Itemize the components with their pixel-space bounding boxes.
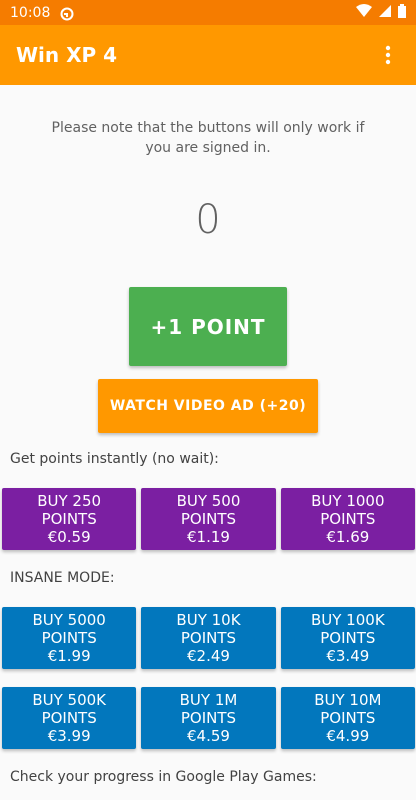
status-bar: 10:08 xyxy=(0,0,416,25)
buy-label: BUY 500K xyxy=(32,691,106,709)
signal-icon xyxy=(378,3,392,22)
points-label: POINTS xyxy=(320,510,376,528)
price-label: €0.59 xyxy=(47,528,91,546)
app-bar: Win XP 4 xyxy=(0,25,416,85)
buy-1000-points-button[interactable]: BUY 1000 POINTS €1.69 xyxy=(280,488,415,550)
points-label: POINTS xyxy=(41,510,97,528)
watch-video-ad-button[interactable]: WATCH VIDEO AD (+20) xyxy=(98,379,318,433)
insane-row-1: BUY 5000 POINTS €1.99 BUY 10K POINTS €2.… xyxy=(2,607,415,669)
buy-label: BUY 1000 xyxy=(311,492,385,510)
instant-options-row: BUY 250 POINTS €0.59 BUY 500 POINTS €1.1… xyxy=(2,488,415,550)
progress-label: Check your progress in Google Play Games… xyxy=(10,769,317,785)
main-content: Please note that the buttons will only w… xyxy=(0,85,416,800)
plus-one-point-button[interactable]: +1 POINT xyxy=(129,287,287,366)
buy-1m-points-button[interactable]: BUY 1M POINTS €4.59 xyxy=(141,687,276,749)
points-label: POINTS xyxy=(180,510,237,528)
insane-mode-label: INSANE MODE: xyxy=(10,570,115,586)
points-label: POINTS xyxy=(41,629,97,647)
buy-100k-points-button[interactable]: BUY 100K POINTS €3.49 xyxy=(280,607,415,669)
wifi-icon xyxy=(356,3,372,22)
price-label: €3.49 xyxy=(326,647,370,665)
sign-in-note: Please note that the buttons will only w… xyxy=(51,120,365,156)
price-label: €4.99 xyxy=(326,727,370,745)
price-label: €1.99 xyxy=(47,647,91,665)
price-label: €3.99 xyxy=(47,727,91,745)
points-counter: 0 xyxy=(195,197,221,243)
battery-icon xyxy=(398,3,406,22)
points-label: POINTS xyxy=(180,629,237,647)
app-title: Win XP 4 xyxy=(16,43,118,67)
price-label: €1.19 xyxy=(187,528,230,546)
buy-label: BUY 10M xyxy=(314,691,382,709)
points-label: POINTS xyxy=(41,709,97,727)
buy-500k-points-button[interactable]: BUY 500K POINTS €3.99 xyxy=(2,687,137,749)
buy-label: BUY 5000 xyxy=(32,611,106,629)
buy-label: BUY 10K xyxy=(176,611,241,629)
status-time: 10:08 xyxy=(10,4,51,21)
price-label: €1.69 xyxy=(326,528,370,546)
app-notification-icon xyxy=(60,6,74,20)
points-label: POINTS xyxy=(320,629,376,647)
buy-500-points-button[interactable]: BUY 500 POINTS €1.19 xyxy=(141,488,276,550)
overflow-menu-icon[interactable] xyxy=(376,43,400,67)
points-label: POINTS xyxy=(180,709,237,727)
buy-label: BUY 500 xyxy=(176,492,241,510)
buy-5000-points-button[interactable]: BUY 5000 POINTS €1.99 xyxy=(2,607,137,669)
insane-row-2: BUY 500K POINTS €3.99 BUY 1M POINTS €4.5… xyxy=(2,687,415,749)
buy-label: BUY 100K xyxy=(310,611,385,629)
instant-label: Get points instantly (no wait): xyxy=(10,451,219,467)
buy-10k-points-button[interactable]: BUY 10K POINTS €2.49 xyxy=(141,607,276,669)
price-label: €2.49 xyxy=(187,647,230,665)
buy-250-points-button[interactable]: BUY 250 POINTS €0.59 xyxy=(2,488,137,550)
buy-label: BUY 1M xyxy=(179,691,238,709)
buy-label: BUY 250 xyxy=(37,492,102,510)
points-label: POINTS xyxy=(320,709,376,727)
price-label: €4.59 xyxy=(187,727,230,745)
buy-10m-points-button[interactable]: BUY 10M POINTS €4.99 xyxy=(280,687,415,749)
